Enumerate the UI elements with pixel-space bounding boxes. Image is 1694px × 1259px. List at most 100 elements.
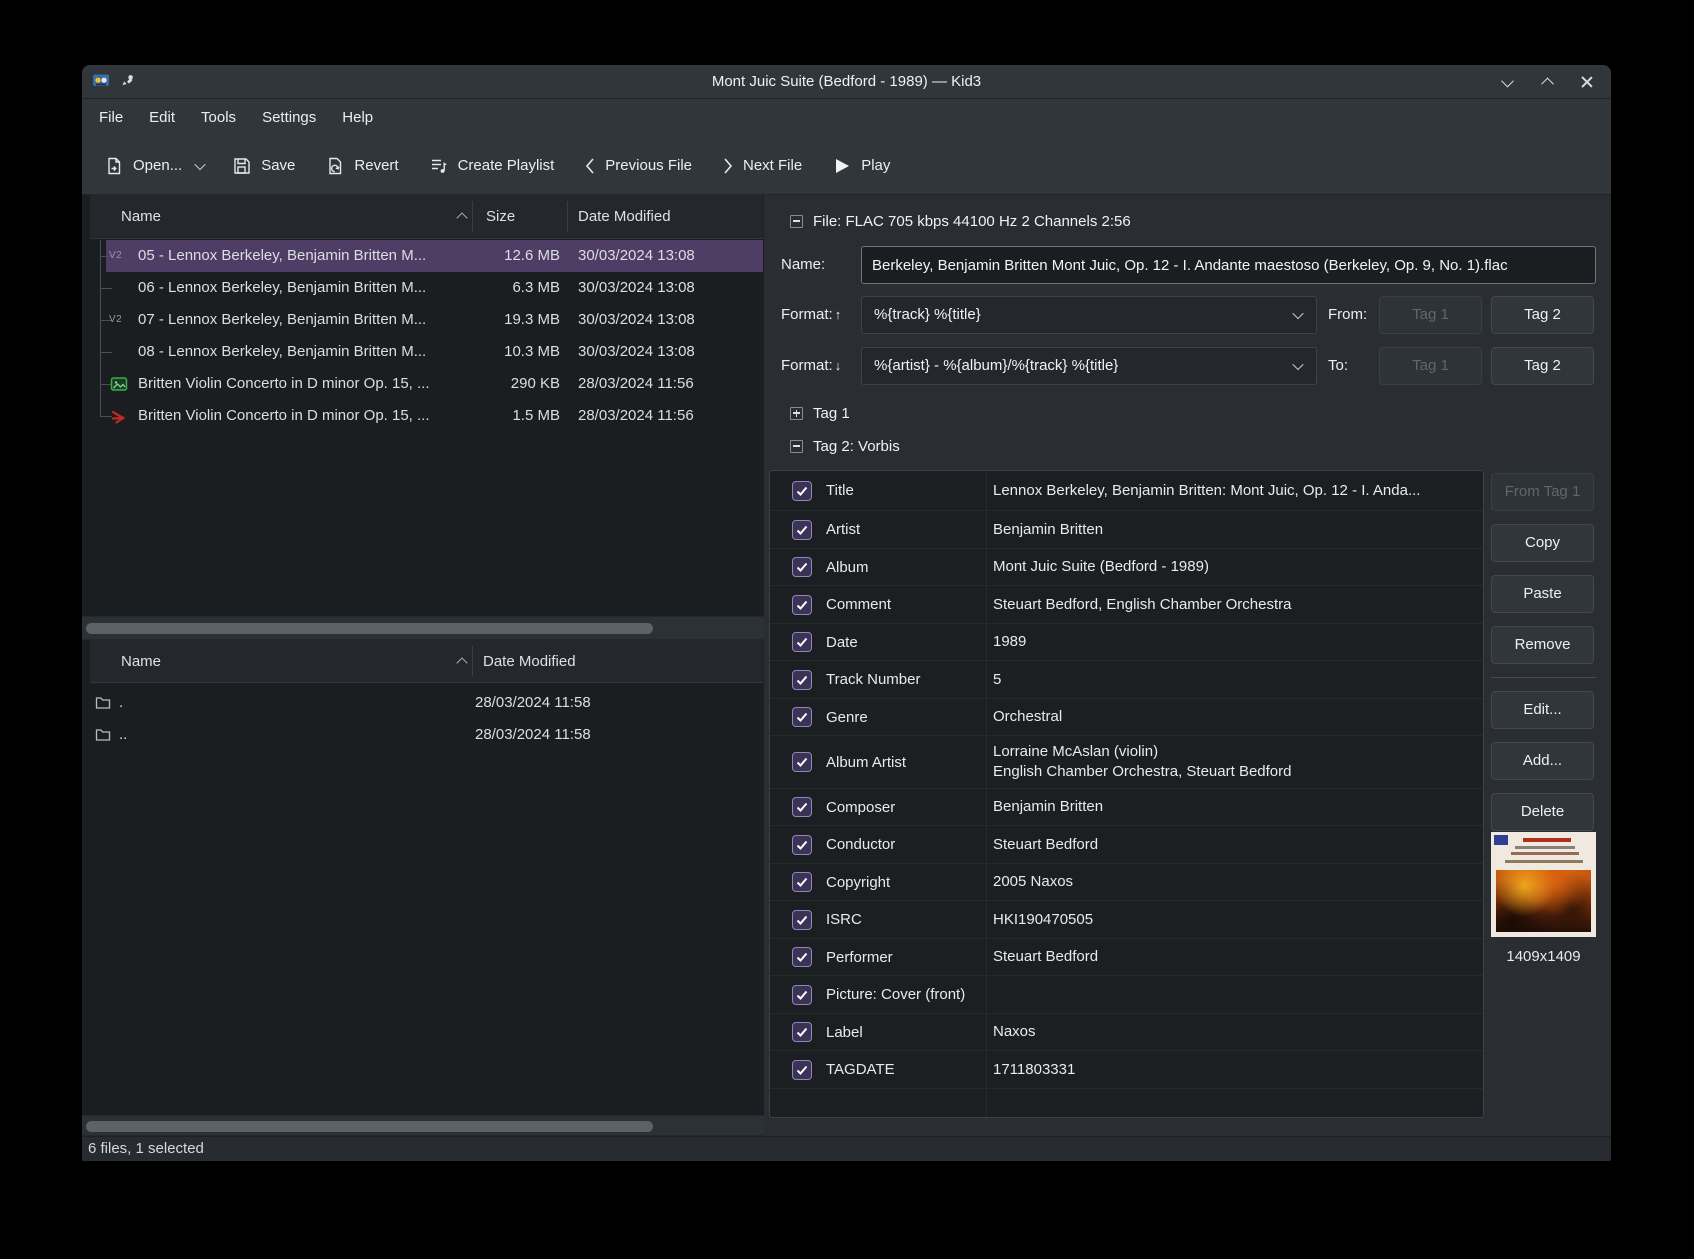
column-divider[interactable] [472, 201, 473, 232]
tag-row[interactable]: TitleLennox Berkeley, Benjamin Britten: … [770, 471, 1483, 511]
scrollbar-thumb[interactable] [86, 1121, 653, 1132]
menu-item-settings[interactable]: Settings [249, 99, 329, 137]
column-header-date-modified[interactable]: Date Modified [483, 640, 576, 683]
dir-date: 28/03/2024 11:58 [475, 719, 591, 751]
scrollbar-thumb[interactable] [86, 623, 653, 634]
tag-row[interactable]: ISRCHKI190470505 [770, 901, 1483, 939]
column-divider[interactable] [567, 201, 568, 232]
tag-row[interactable]: AlbumMont Juic Suite (Bedford - 1989) [770, 549, 1483, 586]
titlebar[interactable]: Mont Juic Suite (Bedford - 1989) — Kid3 [82, 65, 1611, 99]
column-header-name[interactable]: Name [121, 640, 161, 683]
format-down-tag2-button[interactable]: Tag 2 [1491, 347, 1594, 385]
horizontal-scrollbar-2[interactable] [82, 1115, 764, 1136]
column-header-date-modified[interactable]: Date Modified [578, 195, 671, 238]
copy-button[interactable]: Copy [1491, 524, 1594, 562]
format-up-tag1-button[interactable]: Tag 1 [1379, 296, 1482, 334]
column-divider[interactable] [472, 646, 473, 676]
tag-checkbox[interactable] [792, 520, 812, 540]
dir-row[interactable]: .28/03/2024 11:58 [82, 687, 763, 719]
file-row[interactable]: 06 - Lennox Berkeley, Benjamin Britten M… [82, 272, 763, 304]
tag-checkbox[interactable] [792, 670, 812, 690]
collapse-icon[interactable] [790, 215, 803, 228]
tag-row[interactable]: ConductorSteuart Bedford [770, 826, 1483, 864]
edit-button[interactable]: Edit... [1491, 691, 1594, 729]
tag-row[interactable]: Date1989 [770, 624, 1483, 661]
tag-row[interactable]: TAGDATE1711803331 [770, 1051, 1483, 1089]
format-down-tag1-button[interactable]: Tag 1 [1379, 347, 1482, 385]
tag-checkbox[interactable] [792, 481, 812, 501]
tag-row[interactable]: ArtistBenjamin Britten [770, 511, 1483, 549]
tag-checkbox[interactable] [792, 752, 812, 772]
tag-checkbox[interactable] [792, 632, 812, 652]
tag1-section-header[interactable]: Tag 1 [790, 403, 850, 423]
menu-item-file[interactable]: File [86, 99, 136, 137]
column-header-size[interactable]: Size [486, 195, 515, 238]
previous-file-button[interactable]: Previous File [584, 156, 692, 176]
file-row[interactable]: V207 - Lennox Berkeley, Benjamin Britten… [82, 304, 763, 336]
delete-button[interactable]: Delete [1491, 793, 1594, 831]
tag-checkbox[interactable] [792, 947, 812, 967]
horizontal-scrollbar[interactable] [82, 616, 764, 640]
sort-ascending-icon [456, 657, 467, 668]
open-button[interactable]: Open... [104, 156, 182, 176]
play-button[interactable]: Play [832, 157, 890, 175]
tag-field-value: Lorraine McAslan (violin) English Chambe… [993, 736, 1475, 788]
format-down-label: Format:↓ [781, 347, 841, 385]
tag-checkbox[interactable] [792, 595, 812, 615]
format-up-combobox[interactable]: %{track} %{title} [861, 296, 1317, 334]
filename-input[interactable] [861, 246, 1596, 284]
next-file-button[interactable]: Next File [722, 156, 802, 176]
tag-checkbox[interactable] [792, 1060, 812, 1080]
tag-row[interactable]: Copyright2005 Naxos [770, 864, 1483, 901]
minimize-button[interactable] [1499, 74, 1515, 90]
column-header-name[interactable]: Name [121, 195, 161, 238]
paste-button[interactable]: Paste [1491, 575, 1594, 613]
tag-checkbox[interactable] [792, 557, 812, 577]
file-row[interactable]: 08 - Lennox Berkeley, Benjamin Britten M… [82, 336, 763, 368]
format-up-tag2-button[interactable]: Tag 2 [1491, 296, 1594, 334]
menu-item-tools[interactable]: Tools [188, 99, 249, 137]
menu-item-edit[interactable]: Edit [136, 99, 188, 137]
tag-checkbox[interactable] [792, 1022, 812, 1042]
expand-icon[interactable] [790, 407, 803, 420]
tag-row[interactable]: GenreOrchestral [770, 699, 1483, 736]
file-row[interactable]: Britten Violin Concerto in D minor Op. 1… [82, 400, 763, 432]
format-down-combobox[interactable]: %{artist} - %{album}/%{track} %{title} [861, 347, 1317, 385]
from-tag-1-button[interactable]: From Tag 1 [1491, 473, 1594, 511]
remove-button[interactable]: Remove [1491, 626, 1594, 664]
tag-checkbox[interactable] [792, 985, 812, 1005]
check-icon [795, 484, 809, 498]
tag-checkbox[interactable] [792, 835, 812, 855]
tag-row[interactable]: Album Artist Lorraine McAslan (violin) En… [770, 736, 1483, 789]
tag-field-label: Genre [826, 699, 868, 735]
maximize-button[interactable] [1539, 74, 1555, 90]
tag-checkbox[interactable] [792, 707, 812, 727]
tag-checkbox[interactable] [792, 872, 812, 892]
file-row[interactable]: V205 - Lennox Berkeley, Benjamin Britten… [82, 240, 763, 272]
album-art-thumbnail[interactable] [1491, 832, 1596, 937]
tag-checkbox[interactable] [792, 910, 812, 930]
revert-button[interactable]: Revert [325, 156, 398, 176]
open-dropdown-arrow[interactable] [196, 162, 204, 170]
menu-item-help[interactable]: Help [329, 99, 386, 137]
tag-row[interactable]: Track Number5 [770, 661, 1483, 699]
dir-row[interactable]: ..28/03/2024 11:58 [82, 719, 763, 751]
collapse-icon[interactable] [790, 440, 803, 453]
file-row[interactable]: Britten Violin Concerto in D minor Op. 1… [82, 368, 763, 400]
tag-row[interactable]: PerformerSteuart Bedford [770, 939, 1483, 976]
save-button[interactable]: Save [232, 156, 295, 176]
tag-checkbox[interactable] [792, 797, 812, 817]
tag-field-label: Composer [826, 789, 895, 825]
tag-field-label: Album Artist [826, 736, 906, 788]
tag2-section-header[interactable]: Tag 2: Vorbis [790, 436, 900, 456]
tag-row[interactable]: CommentSteuart Bedford, English Chamber … [770, 586, 1483, 624]
file-date: 28/03/2024 11:56 [578, 368, 694, 400]
file-size: 290 KB [422, 368, 560, 400]
file-info-header[interactable]: File: FLAC 705 kbps 44100 Hz 2 Channels … [790, 211, 1131, 231]
add-button[interactable]: Add... [1491, 742, 1594, 780]
create-playlist-button[interactable]: Create Playlist [429, 156, 555, 176]
tag-row[interactable]: Picture: Cover (front) [770, 976, 1483, 1014]
tag-row[interactable]: LabelNaxos [770, 1014, 1483, 1051]
tag-row[interactable]: ComposerBenjamin Britten [770, 789, 1483, 826]
close-button[interactable] [1579, 74, 1595, 90]
